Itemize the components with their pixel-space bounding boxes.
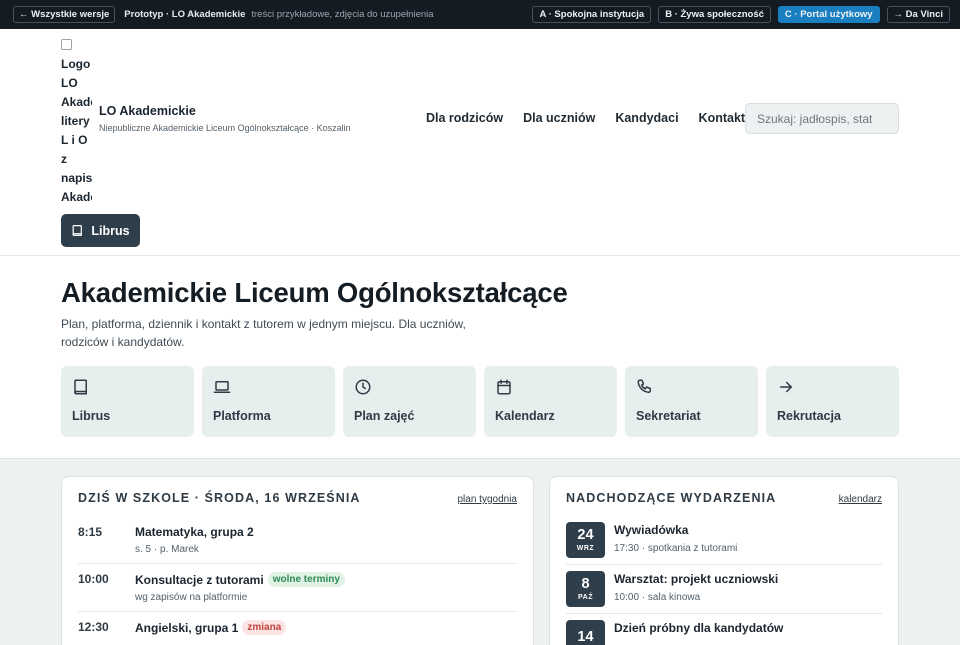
event-details: 10:00 · sala kinowa	[614, 592, 701, 603]
prototype-bar: ← Wszystkie wersje Prototyp · LO Akademi…	[0, 0, 960, 29]
schedule-list: 8:15 Matematyka, grupa 2 s. 5 · p. Marek…	[78, 517, 517, 643]
brand-subtitle: Niepubliczne Akademickie Liceum Ogólnoks…	[99, 123, 351, 133]
today-card-title: DZIŚ W SZKOLE · ŚRODA, 16 WRZEŚNIA	[78, 491, 361, 505]
event-day: 8	[581, 576, 590, 592]
event-day: 14	[577, 628, 594, 645]
event-details: 17:30 · spotkania z tutorami	[614, 543, 738, 554]
calendar-icon	[497, 379, 511, 395]
brand[interactable]: LO Akademickie Niepubliczne Akademickie …	[99, 104, 351, 133]
schedule-item[interactable]: 10:00 Konsultacje z tutorami wolne termin…	[78, 564, 517, 612]
variant-b-button[interactable]: B · Żywa społeczność	[658, 6, 771, 23]
schedule-time: 10:00	[78, 572, 109, 586]
schedule-item[interactable]: 8:15 Matematyka, grupa 2 s. 5 · p. Marek	[78, 517, 517, 564]
tile-kalendarz[interactable]: Kalendarz	[484, 366, 617, 437]
events-card: NADCHODZĄCE WYDARZENIA kalendarz 24 WRZ …	[549, 476, 899, 645]
nav-link-parents[interactable]: Dla rodziców	[426, 111, 503, 125]
event-month: WRZ	[576, 545, 595, 552]
tile-platforma[interactable]: Platforma	[202, 366, 335, 437]
status-badge: zmiana	[242, 620, 287, 635]
variant-switcher: A · Spokojna instytucja B · Żywa społecz…	[532, 6, 950, 23]
event-date: 24 WRZ	[566, 522, 605, 558]
quick-links: Librus Platforma Plan zajęć Kalendarz Se…	[61, 366, 899, 437]
event-title: Wywiadówka	[614, 523, 689, 537]
event-date: 8 PAŹ	[566, 571, 605, 607]
tile-plan-zajec[interactable]: Plan zajęć	[343, 366, 476, 437]
laptop-icon	[213, 381, 231, 393]
nav-link-students[interactable]: Dla uczniów	[523, 111, 595, 125]
event-title: Dzień próbny dla kandydatów	[614, 621, 784, 635]
variant-c-button[interactable]: C · Portal użytkowy	[777, 6, 880, 23]
broken-image-icon	[61, 39, 72, 50]
variant-a-button[interactable]: A · Spokojna instytucja	[532, 6, 652, 23]
tile-label: Kalendarz	[495, 409, 555, 423]
page-subtitle: Plan, platforma, dziennik i kontakt z tu…	[61, 317, 466, 349]
tile-label: Librus	[72, 409, 111, 423]
calendar-link[interactable]: kalendarz	[839, 494, 882, 505]
schedule-details: wg zapisów na platformie	[135, 592, 248, 603]
event-title: Warsztat: projekt uczniowski	[614, 572, 779, 586]
phone-icon	[637, 379, 651, 393]
tile-label: Plan zajęć	[354, 409, 415, 423]
librus-button-label: Librus	[91, 223, 130, 238]
book-icon	[74, 379, 87, 395]
week-plan-link[interactable]: plan tygodnia	[458, 494, 518, 505]
dashboard-section: DZIŚ W SZKOLE · ŚRODA, 16 WRZEŚNIA plan …	[0, 458, 960, 645]
librus-button[interactable]: Librus	[61, 214, 140, 247]
event-month: PAŹ	[578, 594, 593, 601]
arrow-right-icon	[780, 381, 792, 393]
tile-sekretariat[interactable]: Sekretariat	[625, 366, 758, 437]
schedule-title: Matematyka, grupa 2	[135, 525, 254, 539]
search-input[interactable]	[745, 103, 899, 134]
tile-label: Platforma	[213, 409, 271, 423]
book-icon	[72, 225, 83, 236]
schedule-title: Angielski, grupa 1	[135, 620, 239, 635]
schedule-item[interactable]: 12:30 Angielski, grupa 1 zmiana	[78, 612, 517, 643]
tile-label: Rekrutacja	[777, 409, 841, 423]
event-day: 24	[577, 527, 594, 543]
tile-librus[interactable]: Librus	[61, 366, 194, 437]
schedule-title: Konsultacje z tutorami	[135, 572, 264, 587]
tile-rekrutacja[interactable]: Rekrutacja	[766, 366, 899, 437]
event-item[interactable]: 8 PAŹ Warsztat: projekt uczniowski 10:00…	[566, 565, 882, 614]
event-date: 14	[566, 620, 605, 645]
prototype-note: treści przykładowe, zdjęcia do uzupełnie…	[251, 9, 434, 20]
today-card: DZIŚ W SZKOLE · ŚRODA, 16 WRZEŚNIA plan …	[61, 476, 534, 645]
logo-image-broken[interactable]: Logo LO Akademickie litery L i O z napis…	[61, 36, 92, 206]
nav-link-contact[interactable]: Kontakt	[699, 111, 746, 125]
site-header: Logo LO Akademickie litery L i O z napis…	[0, 29, 960, 256]
nav-link-candidates[interactable]: Kandydaci	[615, 111, 678, 125]
schedule-time: 12:30	[78, 620, 109, 634]
all-versions-button[interactable]: ← Wszystkie wersje	[13, 6, 116, 23]
clock-icon	[355, 379, 371, 395]
main-nav: Dla rodziców Dla uczniów Kandydaci Konta…	[426, 111, 745, 125]
tile-label: Sekretariat	[636, 409, 701, 423]
logo-alt-text: Logo LO Akademickie litery L i O z napis…	[61, 57, 92, 204]
brand-name: LO Akademickie	[99, 104, 196, 118]
prototype-title: Prototyp · LO Akademickie	[124, 9, 246, 20]
schedule-details: s. 5 · p. Marek	[135, 544, 199, 555]
events-list: 24 WRZ Wywiadówka 17:30 · spotkania z tu…	[566, 516, 882, 645]
page-title: Akademickie Liceum Ogólnokształcące	[61, 277, 568, 308]
event-item[interactable]: 24 WRZ Wywiadówka 17:30 · spotkania z tu…	[566, 516, 882, 565]
events-card-title: NADCHODZĄCE WYDARZENIA	[566, 491, 777, 505]
schedule-time: 8:15	[78, 525, 103, 539]
status-badge: wolne terminy	[267, 572, 345, 587]
event-item[interactable]: 14 Dzień próbny dla kandydatów	[566, 614, 882, 645]
da-vinci-link[interactable]: → Da Vinci	[886, 6, 950, 23]
